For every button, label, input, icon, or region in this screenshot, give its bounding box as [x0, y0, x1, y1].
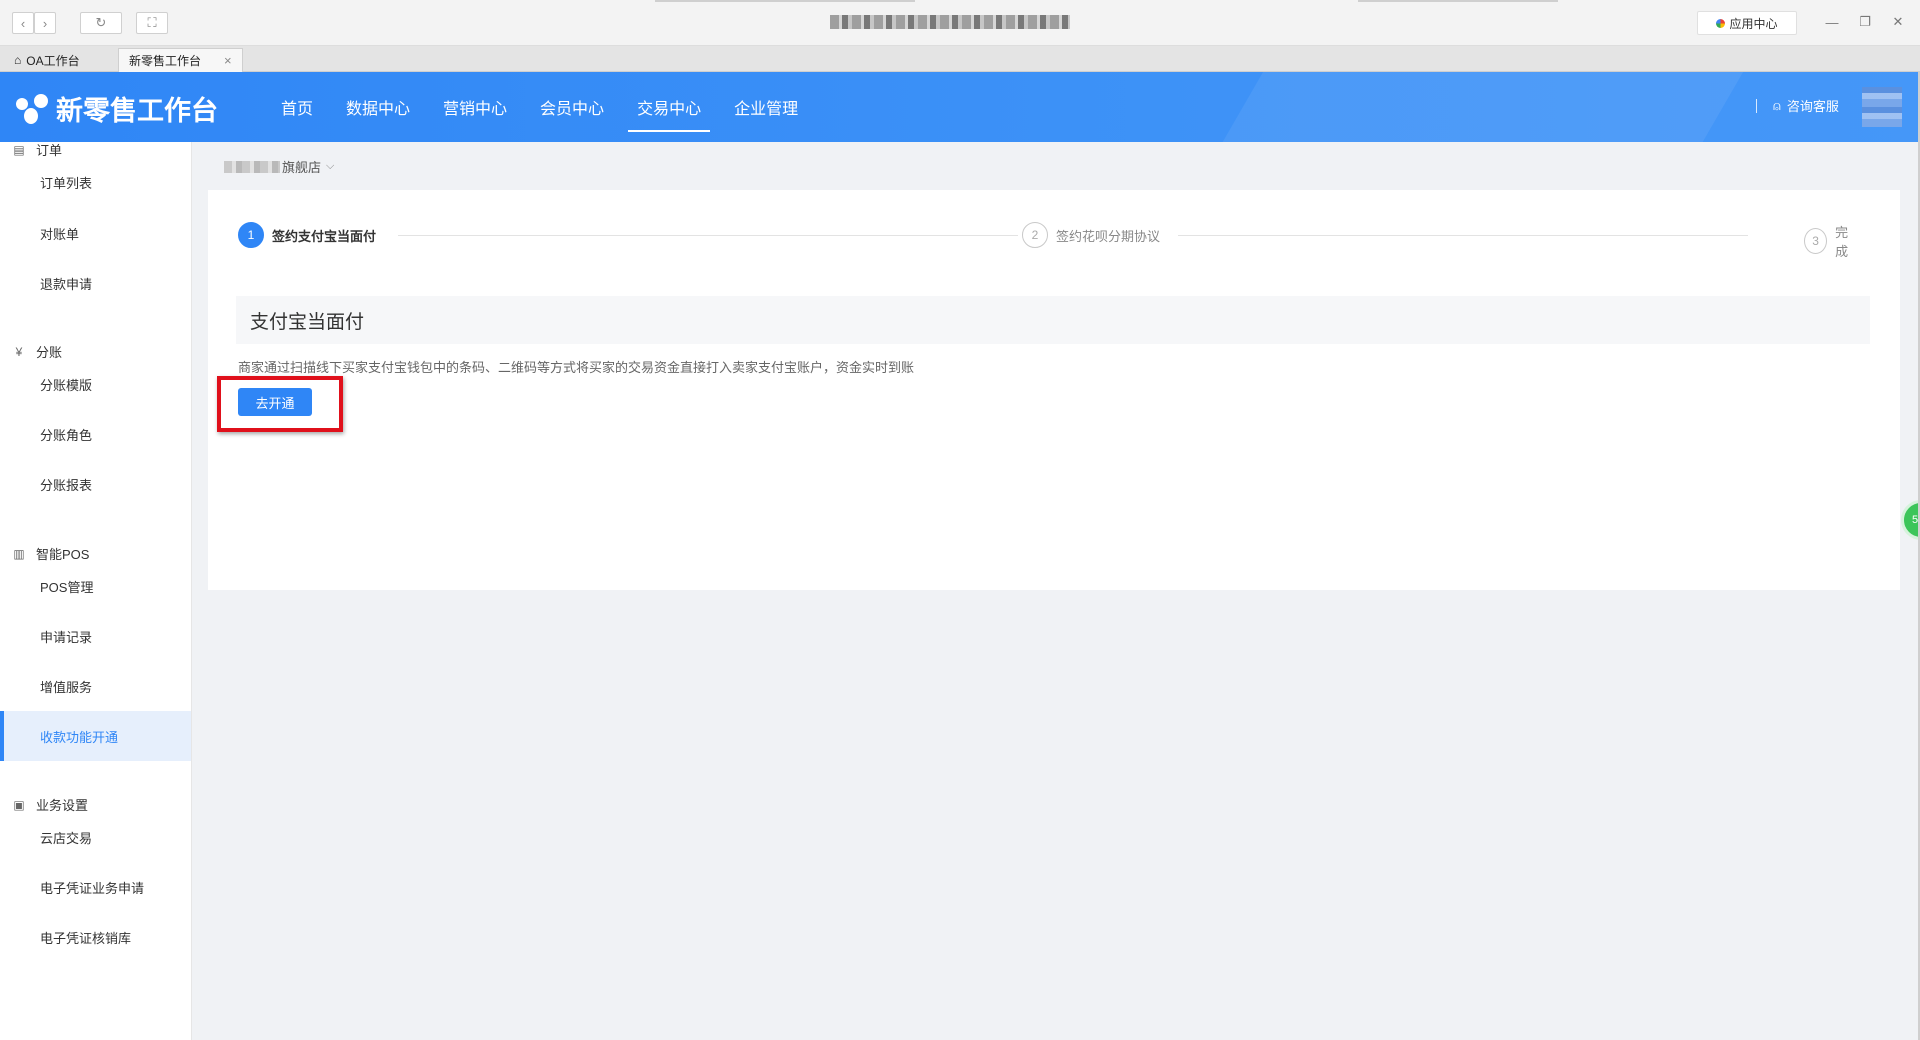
tab-bar: ⌂ OA工作台 新零售工作台 ×: [0, 46, 1920, 72]
section-description: 商家通过扫描线下买家支付宝钱包中的条码、二维码等方式将买家的交易资金直接打入卖家…: [238, 360, 915, 375]
logo[interactable]: 新零售工作台: [16, 89, 218, 128]
restore-icon[interactable]: ❐: [1852, 10, 1878, 34]
chevron-down-icon: ⌵: [326, 160, 335, 172]
app-center-label: 应用中心: [1729, 16, 1778, 31]
pos-icon: ▥: [13, 546, 25, 561]
sidebar-item-split-template[interactable]: 分账模版: [0, 359, 191, 409]
header-decoration: [1193, 72, 1767, 142]
logo-text: 新零售工作台: [56, 96, 218, 126]
step-number: 3: [1804, 228, 1828, 254]
sidebar-item-payment-activation[interactable]: 收款功能开通: [0, 711, 191, 761]
sidebar-item-pos-manage[interactable]: POS管理: [0, 561, 191, 611]
menu-marketing-center[interactable]: 营销中心: [434, 72, 516, 142]
tab-retail[interactable]: 新零售工作台 ×: [118, 48, 243, 72]
sidebar-item-apply-record[interactable]: 申请记录: [0, 611, 191, 661]
step-label: 签约花呗分期协议: [1056, 228, 1161, 244]
address-bar[interactable]: [830, 15, 1070, 29]
sidebar-item-refund[interactable]: 退款申请: [0, 258, 191, 308]
sidebar-item-split-role[interactable]: 分账角色: [0, 409, 191, 459]
section-title: 支付宝当面付: [236, 296, 1870, 344]
step-number: 1: [238, 222, 264, 248]
store-selector[interactable]: 旗舰店 ⌵: [224, 157, 334, 176]
step-label: 签约支付宝当面付: [272, 228, 377, 244]
back-icon[interactable]: ‹: [12, 12, 34, 34]
fullscreen-icon[interactable]: ⛶: [136, 12, 168, 34]
tab-label: 新零售工作台: [129, 54, 202, 68]
app-center-button[interactable]: 应用中心: [1697, 11, 1797, 35]
main-menu: 首页 数据中心 营销中心 会员中心 交易中心 企业管理: [272, 72, 822, 142]
app-center-icon: [1716, 18, 1726, 28]
customer-service-link[interactable]: ⍝ 咨询客服: [1756, 96, 1839, 115]
logo-icon: [16, 93, 48, 124]
step-2: 2 签约花呗分期协议: [1022, 222, 1171, 248]
step-1: 1 签约支付宝当面付: [238, 222, 387, 248]
refresh-icon[interactable]: ↻: [80, 12, 122, 34]
minimize-icon[interactable]: —: [1819, 10, 1845, 34]
step-connector: [398, 235, 1018, 236]
sidebar-item-statement[interactable]: 对账单: [0, 208, 191, 258]
briefcase-icon: ▣: [13, 797, 25, 812]
customer-service-label: 咨询客服: [1786, 99, 1839, 114]
sidebar-item-split-report[interactable]: 分账报表: [0, 459, 191, 509]
home-icon: ⌂: [14, 53, 22, 67]
store-name-blurred: [224, 160, 280, 173]
step-connector: [1178, 235, 1748, 236]
tab-label: OA工作台: [26, 53, 80, 68]
step-number: 2: [1022, 222, 1048, 248]
highlight-box: [217, 376, 343, 432]
step-3: 3 完成: [1804, 222, 1868, 260]
headset-icon: ⍝: [1773, 97, 1781, 113]
forward-icon[interactable]: ›: [34, 12, 56, 34]
menu-member-center[interactable]: 会员中心: [531, 72, 613, 142]
sidebar-item-e-voucher-redeem[interactable]: 电子凭证核销库: [0, 912, 191, 962]
step-label: 完成: [1835, 225, 1849, 259]
content-card: 1 签约支付宝当面付 2 签约花呗分期协议 3 完成 支付宝当面付 商家通过扫描…: [208, 190, 1900, 590]
divider: [1756, 98, 1757, 113]
order-icon: ▤: [13, 142, 25, 157]
sidebar-item-order-list[interactable]: 订单列表: [0, 157, 191, 207]
sidebar-item-cloud-store[interactable]: 云店交易: [0, 812, 191, 862]
sidebar: ▤ 订单 订单列表 对账单 退款申请 ¥ 分账 分账模版 分账角色 分账报表 ▥…: [0, 142, 192, 1040]
menu-enterprise[interactable]: 企业管理: [725, 72, 807, 142]
window-edge: [1358, 0, 1558, 2]
app-header: 新零售工作台 首页 数据中心 营销中心 会员中心 交易中心 企业管理 ⍝ 咨询客…: [0, 72, 1920, 142]
sidebar-item-value-added[interactable]: 增值服务: [0, 661, 191, 711]
tab-close-icon[interactable]: ×: [224, 53, 232, 68]
window-edge: [655, 0, 915, 2]
menu-home[interactable]: 首页: [272, 72, 322, 142]
tab-oa[interactable]: ⌂ OA工作台: [4, 48, 90, 72]
sidebar-item-e-voucher-apply[interactable]: 电子凭证业务申请: [0, 862, 191, 912]
store-label: 旗舰店: [282, 160, 322, 175]
avatar[interactable]: [1862, 87, 1902, 127]
steps: 1 签约支付宝当面付 2 签约花呗分期协议 3 完成: [238, 222, 1868, 260]
menu-data-center[interactable]: 数据中心: [337, 72, 419, 142]
browser-toolbar: ‹ › ↻ ⛶ 应用中心 — ❐ ✕: [0, 0, 1920, 46]
close-icon[interactable]: ✕: [1885, 10, 1911, 34]
menu-trade-center[interactable]: 交易中心: [628, 72, 711, 142]
yen-icon: ¥: [15, 344, 23, 359]
